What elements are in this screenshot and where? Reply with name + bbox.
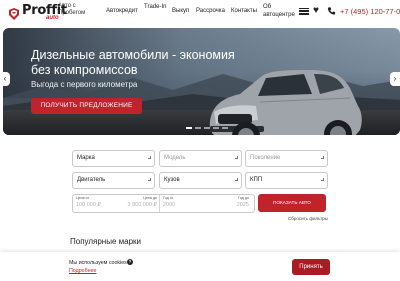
- year-to-value: 2025: [236, 202, 249, 208]
- slider-dot[interactable]: [213, 127, 219, 129]
- engine-select[interactable]: Двигатель: [72, 172, 155, 189]
- body-select[interactable]: Кузов: [159, 172, 242, 189]
- get-offer-button[interactable]: ПОЛУЧИТЬ ПРЕДЛОЖЕНИЕ: [31, 98, 142, 114]
- price-to-label: Цена до: [143, 196, 157, 200]
- site-header: Proffit auto Авто с Пробегом Автокредит …: [0, 0, 400, 26]
- model-select[interactable]: Модель: [159, 150, 242, 167]
- hero-banner: Дизельные автомобили - экономия без комп…: [3, 28, 400, 135]
- chevron-right-icon[interactable]: ›: [390, 72, 400, 86]
- header-tagline: Авто с Пробегом: [58, 3, 86, 16]
- header-phone[interactable]: +7 (495) 120-77-09: [340, 7, 400, 16]
- logo-mark-icon: [9, 8, 19, 20]
- slider-dots: [186, 127, 228, 129]
- chevron-down-icon: [148, 156, 151, 159]
- model-select-label: Модель: [164, 155, 186, 161]
- year-to-label: Год до: [238, 196, 249, 200]
- reset-filters-link[interactable]: Сбросить фильтры: [288, 216, 328, 221]
- cookie-text: Мы используем cookies: [69, 260, 127, 266]
- year-from-label: Год от: [163, 196, 174, 200]
- chevron-down-icon: [148, 178, 151, 181]
- nav-about[interactable]: Об автоцентре: [263, 3, 299, 19]
- cookie-more-link[interactable]: Подробнее: [69, 268, 96, 274]
- year-to-input[interactable]: Год до 2025: [206, 195, 252, 212]
- price-to-input[interactable]: Цена до 3 800 000 ₽: [118, 195, 163, 212]
- chevron-down-icon: [235, 178, 238, 181]
- nav-installment[interactable]: Рассрочка: [196, 8, 225, 14]
- price-to-value: 3 800 000 ₽: [127, 202, 158, 208]
- price-year-range: Цена от 100 000 ₽ Цена до 3 800 000 ₽ Го…: [72, 194, 255, 213]
- hero-subtitle: Выгода с первого километра: [31, 80, 138, 89]
- slider-dot[interactable]: [222, 127, 228, 129]
- price-from-input[interactable]: Цена от 100 000 ₽: [75, 195, 120, 212]
- body-select-label: Кузов: [164, 177, 180, 183]
- hero-title: Дизельные автомобили - экономия без комп…: [31, 48, 235, 77]
- brand-select[interactable]: Марка: [72, 150, 155, 167]
- phone-icon[interactable]: [327, 6, 336, 16]
- price-from-label: Цена от: [76, 196, 90, 200]
- nav-autocredit[interactable]: Автокредит: [106, 8, 138, 14]
- chevron-left-icon[interactable]: ‹: [0, 72, 10, 86]
- year-from-value: 2000: [163, 202, 176, 208]
- show-cars-button[interactable]: ПОКАЗАТЬ АВТО: [258, 194, 326, 212]
- logo-subtext: auto: [46, 15, 59, 21]
- gearbox-select-label: КПП: [250, 177, 263, 183]
- gearbox-select[interactable]: КПП: [245, 172, 328, 189]
- nav-contacts[interactable]: Контакты: [231, 8, 257, 14]
- info-icon[interactable]: ?: [127, 259, 133, 265]
- divider: [159, 195, 160, 212]
- logo[interactable]: [3, 3, 23, 23]
- chevron-down-icon: [235, 156, 238, 159]
- popular-brands-heading: Популярные марки: [70, 237, 142, 246]
- heart-icon[interactable]: ♥: [313, 6, 319, 16]
- accept-cookies-button[interactable]: Принять: [292, 259, 330, 275]
- year-from-input[interactable]: Год от 2000: [161, 195, 206, 212]
- chevron-down-icon: [321, 156, 324, 159]
- cookie-banner: Мы используем cookies ? Подробнее Принят…: [0, 252, 400, 281]
- slider-dot[interactable]: [186, 127, 192, 129]
- slider-dot[interactable]: [195, 127, 201, 129]
- nav-buyout[interactable]: Выкуп: [172, 8, 189, 14]
- chevron-down-icon: [321, 178, 324, 181]
- generation-select-label: Поколение: [250, 155, 281, 161]
- slider-dot[interactable]: [204, 127, 210, 129]
- menu-icon[interactable]: [299, 6, 309, 16]
- brand-select-label: Марка: [77, 155, 95, 161]
- nav-trade-in[interactable]: Trade-In: [144, 3, 166, 11]
- engine-select-label: Двигатель: [77, 177, 106, 183]
- generation-select[interactable]: Поколение: [245, 150, 328, 167]
- price-from-value: 100 000 ₽: [76, 202, 101, 208]
